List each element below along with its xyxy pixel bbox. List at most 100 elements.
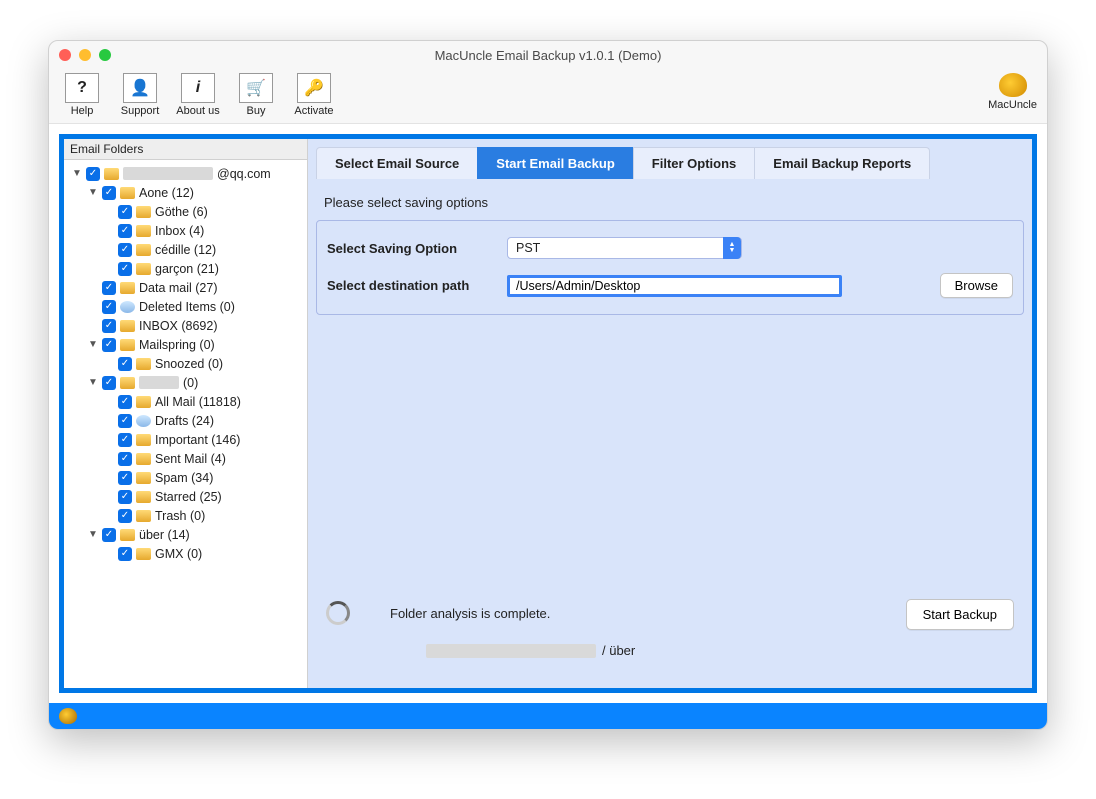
- folder-checkbox[interactable]: ✓: [118, 357, 132, 371]
- folder-label: Starred (25): [155, 490, 222, 504]
- help-button[interactable]: ? Help: [59, 73, 105, 117]
- folder-checkbox[interactable]: ✓: [102, 376, 116, 390]
- tab-start-email-backup[interactable]: Start Email Backup: [477, 147, 634, 179]
- folder-checkbox[interactable]: ✓: [118, 509, 132, 523]
- tree-node[interactable]: ✓Sent Mail (4): [66, 449, 305, 468]
- folder-icon: [136, 225, 151, 237]
- folder-checkbox[interactable]: ✓: [102, 281, 116, 295]
- disclosure-icon[interactable]: ▼: [88, 187, 98, 198]
- folder-checkbox[interactable]: ✓: [118, 395, 132, 409]
- tree-node[interactable]: ▼✓über (14): [66, 525, 305, 544]
- folder-checkbox[interactable]: ✓: [102, 319, 116, 333]
- folder-label: Spam (34): [155, 471, 213, 485]
- folder-icon: [136, 453, 151, 465]
- tree-node[interactable]: ✓ Spam (34): [66, 468, 305, 487]
- folder-icon: [104, 168, 119, 180]
- tree-node[interactable]: ✓garçon (21): [66, 259, 305, 278]
- folder-checkbox[interactable]: ✓: [118, 433, 132, 447]
- folder-label: Inbox (4): [155, 224, 204, 238]
- saving-option-select[interactable]: PST ▲▼: [507, 237, 742, 259]
- folder-icon: [120, 282, 135, 294]
- folder-icon: [136, 472, 151, 484]
- tree-node[interactable]: ✓ Inbox (4): [66, 221, 305, 240]
- folder-checkbox[interactable]: ✓: [118, 262, 132, 276]
- tree-node[interactable]: ✓ Göthe (6): [66, 202, 305, 221]
- about-label: About us: [176, 105, 219, 117]
- folder-icon: [120, 339, 135, 351]
- folder-checkbox[interactable]: ✓: [118, 471, 132, 485]
- tab-filter-options[interactable]: Filter Options: [633, 147, 756, 179]
- tree-node[interactable]: ✓Important (146): [66, 430, 305, 449]
- tree-node[interactable]: ✓cédille (12): [66, 240, 305, 259]
- tree-node[interactable]: ▼✓Mailspring (0): [66, 335, 305, 354]
- folder-tree[interactable]: ▼✓@qq.com▼✓Aone (12)✓Göthe (6)✓Inbox (4)…: [64, 160, 307, 688]
- tree-node[interactable]: ✓Drafts (24): [66, 411, 305, 430]
- redacted-text: [139, 376, 179, 389]
- info-icon: i: [181, 73, 215, 103]
- status-message: Folder analysis is complete.: [390, 606, 550, 621]
- folder-label: (0): [183, 376, 198, 390]
- folder-icon: [120, 187, 135, 199]
- folder-checkbox[interactable]: ✓: [118, 490, 132, 504]
- tree-node[interactable]: ✓ All Mail (11818): [66, 392, 305, 411]
- help-icon: ?: [65, 73, 99, 103]
- folder-checkbox[interactable]: ✓: [102, 300, 116, 314]
- about-button[interactable]: i About us: [175, 73, 221, 117]
- folder-checkbox[interactable]: ✓: [86, 167, 100, 181]
- saving-option-value: PST: [516, 241, 540, 255]
- folder-checkbox[interactable]: ✓: [118, 547, 132, 561]
- support-button[interactable]: 👤 Support: [117, 73, 163, 117]
- tree-node[interactable]: ✓Deleted Items (0): [66, 297, 305, 316]
- tree-node[interactable]: ✓Trash (0): [66, 506, 305, 525]
- titlebar: MacUncle Email Backup v1.0.1 (Demo): [49, 41, 1047, 69]
- folder-label: Aone (12): [139, 186, 194, 200]
- folder-icon: [136, 358, 151, 370]
- tree-node[interactable]: ▼ ✓ (0): [66, 373, 305, 392]
- folder-checkbox[interactable]: ✓: [118, 414, 132, 428]
- disclosure-icon[interactable]: ▼: [88, 339, 98, 350]
- cart-icon: 🛒: [239, 73, 273, 103]
- folder-label: All Mail (11818): [155, 395, 241, 409]
- tree-node[interactable]: ▼✓@qq.com: [66, 164, 305, 183]
- tab-select-email-source[interactable]: Select Email Source: [316, 147, 478, 179]
- folder-icon: [120, 529, 135, 541]
- tree-node[interactable]: ✓ Starred (25): [66, 487, 305, 506]
- activate-label: Activate: [294, 105, 333, 117]
- folder-label: Göthe (6): [155, 205, 208, 219]
- saving-options-box: Select Saving Option PST ▲▼ Select desti…: [316, 220, 1024, 315]
- tree-node[interactable]: ✓Data mail (27): [66, 278, 305, 297]
- tree-node[interactable]: ▼ ✓ Aone (12): [66, 183, 305, 202]
- tree-node[interactable]: ✓ Snoozed (0): [66, 354, 305, 373]
- tree-node[interactable]: ✓INBOX (8692): [66, 316, 305, 335]
- browse-button[interactable]: Browse: [940, 273, 1013, 298]
- disclosure-icon[interactable]: ▼: [72, 168, 82, 179]
- start-backup-button[interactable]: Start Backup: [906, 599, 1014, 630]
- folder-checkbox[interactable]: ✓: [102, 338, 116, 352]
- folder-icon: [136, 491, 151, 503]
- folder-icon: [136, 510, 151, 522]
- main-pane: Select Email SourceStart Email BackupFil…: [308, 139, 1032, 688]
- disclosure-icon[interactable]: ▼: [88, 529, 98, 540]
- support-icon: 👤: [123, 73, 157, 103]
- buy-button[interactable]: 🛒 Buy: [233, 73, 279, 117]
- app-window: MacUncle Email Backup v1.0.1 (Demo) ? He…: [48, 40, 1048, 730]
- redacted-text: [123, 167, 213, 180]
- folder-checkbox[interactable]: ✓: [102, 528, 116, 542]
- folder-label: Snoozed (0): [155, 357, 223, 371]
- folder-icon: [136, 206, 151, 218]
- folder-icon: [120, 320, 135, 332]
- brand-icon: [59, 708, 77, 724]
- folder-checkbox[interactable]: ✓: [118, 224, 132, 238]
- folder-checkbox[interactable]: ✓: [118, 243, 132, 257]
- tree-node[interactable]: ✓GMX (0): [66, 544, 305, 563]
- folder-checkbox[interactable]: ✓: [102, 186, 116, 200]
- disclosure-icon[interactable]: ▼: [88, 377, 98, 388]
- tab-email-backup-reports[interactable]: Email Backup Reports: [754, 147, 930, 179]
- folder-checkbox[interactable]: ✓: [118, 452, 132, 466]
- special-folder-icon: [136, 415, 151, 427]
- destination-path-input[interactable]: [507, 275, 842, 297]
- activate-button[interactable]: 🔑 Activate: [291, 73, 337, 117]
- folder-checkbox[interactable]: ✓: [118, 205, 132, 219]
- brand: MacUncle: [988, 73, 1037, 111]
- saving-options-hint: Please select saving options: [316, 179, 1024, 220]
